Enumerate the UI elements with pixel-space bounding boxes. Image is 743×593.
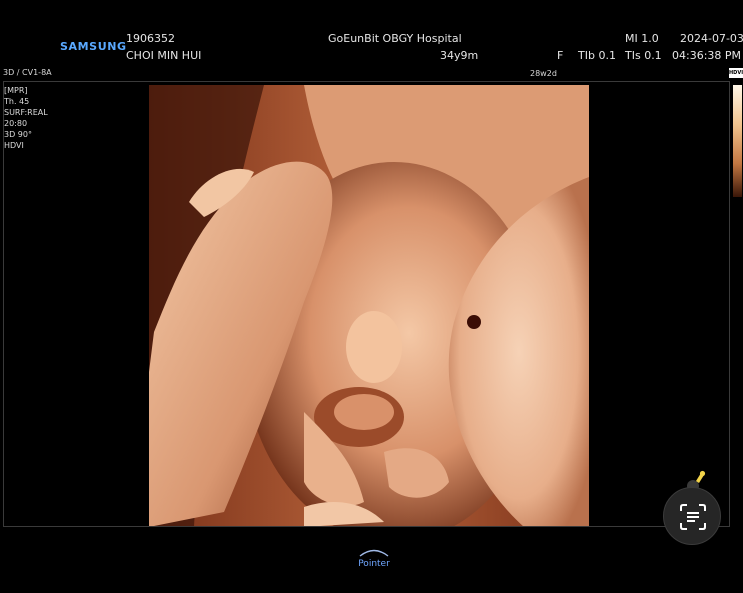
image-parameter-line: 3D 90°	[4, 130, 32, 139]
ultrasound-3d-viewport[interactable]	[3, 81, 730, 527]
hospital-name: GoEunBit OBGY Hospital	[328, 32, 462, 45]
patient-id: 1906352	[126, 32, 175, 45]
patient-age: 34y9m	[440, 49, 479, 62]
gestational-age: 28w2d	[530, 69, 557, 78]
screen-text-scan-icon	[680, 504, 706, 530]
patient-name: CHOI MIN HUI	[126, 49, 202, 62]
colorbar-tag: HDVI	[729, 68, 743, 78]
image-parameter-line: Th. 45	[4, 97, 30, 106]
probe-label: 3D / CV1-8A	[3, 68, 52, 77]
exam-time: 04:36:38 PM	[672, 49, 742, 62]
color-scale-bar	[733, 85, 742, 197]
mi-index: MI 1.0	[625, 32, 659, 45]
fetal-3d-render	[4, 82, 729, 526]
pointer-button[interactable]: Pointer	[352, 547, 396, 573]
image-parameter-line: HDVI	[4, 141, 24, 150]
image-parameter-line: 20:80	[4, 119, 28, 128]
tib-index: TIb 0.1	[578, 49, 616, 62]
image-parameter-line: SURF:REAL	[4, 108, 48, 117]
scan-text-button[interactable]	[663, 487, 721, 545]
patient-sex: F	[557, 49, 564, 62]
pointer-label: Pointer	[358, 559, 390, 569]
pointer-arc-icon	[359, 549, 389, 557]
image-parameters: [MPR] Th. 45 SURF:REAL 20:80 3D 90° HDVI	[4, 85, 48, 151]
exam-date: 2024-07-03	[680, 32, 743, 45]
image-parameter-line: [MPR]	[4, 86, 28, 95]
brand-logo: SAMSUNG	[60, 40, 127, 53]
tis-index: TIs 0.1	[625, 49, 662, 62]
